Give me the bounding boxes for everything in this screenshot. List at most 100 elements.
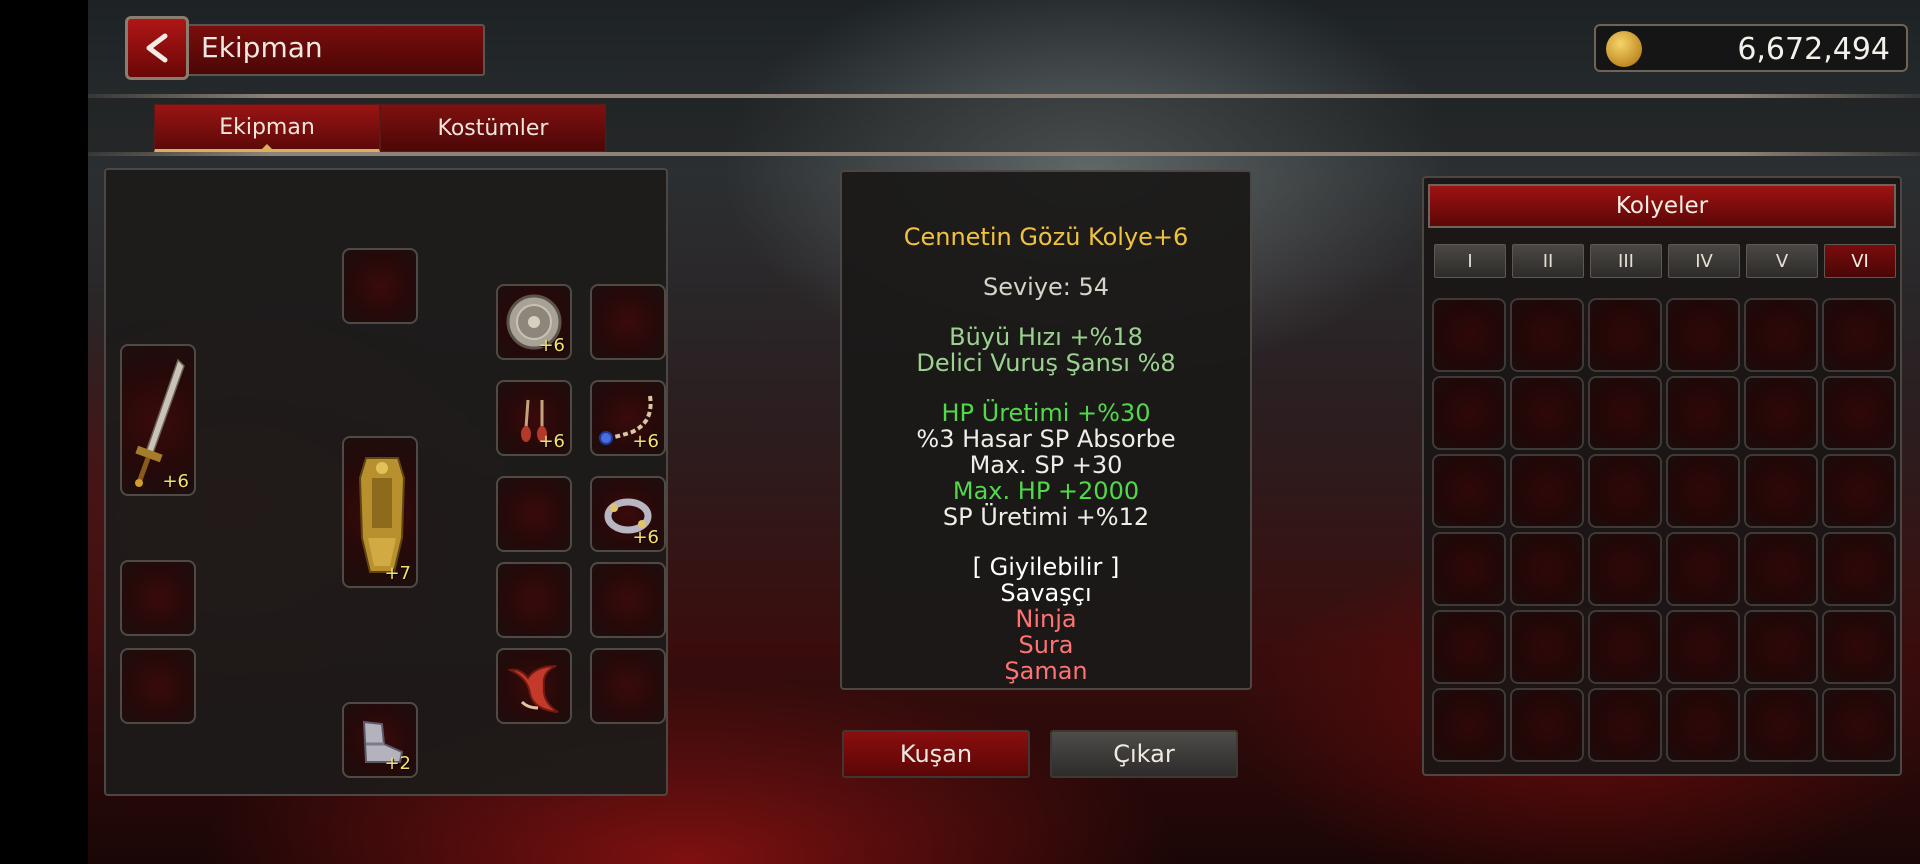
inventory-cell[interactable] — [1432, 454, 1506, 528]
page-tab-1[interactable]: I — [1434, 244, 1506, 278]
inventory-cell[interactable] — [1822, 376, 1896, 450]
empty-slot[interactable] — [120, 560, 196, 636]
item-tooltip: Cennetin Gözü Kolye+6 Seviye: 54 Büyü Hı… — [840, 170, 1252, 690]
tab-ekipman[interactable]: Ekipman — [154, 104, 380, 152]
item-name: Cennetin Gözü Kolye+6 — [903, 223, 1189, 251]
divider — [88, 152, 1920, 156]
wearable-label: [ Giyilebilir ] — [972, 553, 1120, 581]
active-tab-indicator — [260, 144, 274, 151]
inventory-cell[interactable] — [1822, 298, 1896, 372]
item-bonus: SP Üretimi +%12 — [942, 503, 1150, 531]
pet-slot[interactable] — [496, 648, 572, 724]
page-title: Ekipman — [201, 31, 323, 64]
page-tab-5[interactable]: V — [1746, 244, 1818, 278]
armor-upgrade-level: +7 — [384, 563, 411, 584]
inventory-cell[interactable] — [1510, 376, 1584, 450]
inventory-cell[interactable] — [1588, 454, 1662, 528]
shield-slot[interactable]: +6 — [496, 284, 572, 360]
inventory-cell[interactable] — [1666, 532, 1740, 606]
inventory-cell[interactable] — [1666, 376, 1740, 450]
necklace-upgrade-level: +6 — [632, 431, 659, 452]
page-tab-6[interactable]: VI — [1824, 244, 1896, 278]
inventory-cell[interactable] — [1510, 688, 1584, 762]
inventory-cell[interactable] — [1666, 688, 1740, 762]
inventory-cell[interactable] — [1588, 298, 1662, 372]
inventory-cell[interactable] — [1666, 454, 1740, 528]
item-bonus: HP Üretimi +%30 — [941, 399, 1151, 427]
inventory-cell[interactable] — [1744, 610, 1818, 684]
item-bonus: Delici Vuruş Şansı %8 — [916, 349, 1176, 377]
item-bonus: Max. HP +2000 — [952, 477, 1140, 505]
inventory-title: Kolyeler — [1428, 184, 1896, 228]
class-allowed: Savaşçı — [1000, 579, 1092, 607]
inventory-cell[interactable] — [1666, 298, 1740, 372]
shield-upgrade-level: +6 — [538, 335, 565, 356]
inventory-cell[interactable] — [1588, 532, 1662, 606]
empty-slot[interactable] — [496, 562, 572, 638]
empty-slot[interactable] — [590, 284, 666, 360]
equip-button[interactable]: Kuşan — [842, 730, 1030, 778]
bracelet-upgrade-level: +6 — [632, 527, 659, 548]
inventory-grid — [1432, 298, 1896, 762]
page-tab-2[interactable]: II — [1512, 244, 1584, 278]
title-bar: Ekipman — [125, 16, 493, 80]
inventory-cell[interactable] — [1744, 376, 1818, 450]
earrings-upgrade-level: +6 — [538, 431, 565, 452]
item-bonus: Max. SP +30 — [969, 451, 1123, 479]
gold-coin-icon — [1606, 31, 1642, 67]
equipment-panel: +6 +7 +2 +6 +6 +6 +6 — [104, 168, 668, 796]
inventory-cell[interactable] — [1588, 688, 1662, 762]
inventory-cell[interactable] — [1744, 454, 1818, 528]
inventory-cell[interactable] — [1822, 688, 1896, 762]
inventory-cell[interactable] — [1432, 532, 1506, 606]
shoes-slot[interactable]: +2 — [342, 702, 418, 778]
class-disallowed: Sura — [1018, 631, 1074, 659]
armor-slot[interactable]: +7 — [342, 436, 418, 588]
weapon-slot[interactable]: +6 — [120, 344, 196, 496]
inventory-cell[interactable] — [1510, 532, 1584, 606]
inventory-cell[interactable] — [1588, 376, 1662, 450]
helmet-slot[interactable] — [342, 248, 418, 324]
empty-slot[interactable] — [590, 562, 666, 638]
back-arrow-icon — [146, 33, 168, 63]
empty-slot[interactable] — [496, 476, 572, 552]
shoes-upgrade-level: +2 — [384, 753, 411, 774]
bracelet-slot[interactable]: +6 — [590, 476, 666, 552]
inventory-cell[interactable] — [1666, 610, 1740, 684]
tab-label: Ekipman — [219, 114, 315, 140]
page-tab-4[interactable]: IV — [1668, 244, 1740, 278]
page-tab-3[interactable]: III — [1590, 244, 1662, 278]
game-screen: Ekipman 6,672,494 Ekipman Kostümler +6 +… — [88, 0, 1920, 864]
tab-label: Kostümler — [437, 115, 549, 141]
item-bonus: %3 Hasar SP Absorbe — [916, 425, 1176, 453]
inventory-cell[interactable] — [1822, 532, 1896, 606]
empty-slot[interactable] — [120, 648, 196, 724]
inventory-cell[interactable] — [1432, 610, 1506, 684]
item-bonus: Büyü Hızı +%18 — [949, 323, 1143, 351]
inventory-cell[interactable] — [1822, 610, 1896, 684]
inventory-cell[interactable] — [1432, 298, 1506, 372]
inventory-cell[interactable] — [1510, 298, 1584, 372]
inventory-cell[interactable] — [1510, 610, 1584, 684]
back-button[interactable] — [125, 16, 189, 80]
inventory-cell[interactable] — [1744, 532, 1818, 606]
class-disallowed: Ninja — [1015, 605, 1077, 633]
inventory-panel: Kolyeler I II III IV V VI — [1422, 176, 1902, 776]
empty-slot[interactable] — [590, 648, 666, 724]
inventory-cell[interactable] — [1432, 376, 1506, 450]
remove-button[interactable]: Çıkar — [1050, 730, 1238, 778]
class-disallowed: Şaman — [1004, 657, 1088, 685]
inventory-cell[interactable] — [1822, 454, 1896, 528]
necklace-slot[interactable]: +6 — [590, 380, 666, 456]
tab-kostumler[interactable]: Kostümler — [380, 104, 606, 152]
weapon-upgrade-level: +6 — [162, 471, 189, 492]
earrings-slot[interactable]: +6 — [496, 380, 572, 456]
inventory-pages: I II III IV V VI — [1434, 244, 1896, 280]
red-claw-icon — [506, 665, 559, 713]
inventory-cell[interactable] — [1744, 298, 1818, 372]
inventory-cell[interactable] — [1510, 454, 1584, 528]
inventory-cell[interactable] — [1744, 688, 1818, 762]
inventory-cell[interactable] — [1588, 610, 1662, 684]
gold-amount: 6,672,494 — [1737, 32, 1890, 67]
inventory-cell[interactable] — [1432, 688, 1506, 762]
